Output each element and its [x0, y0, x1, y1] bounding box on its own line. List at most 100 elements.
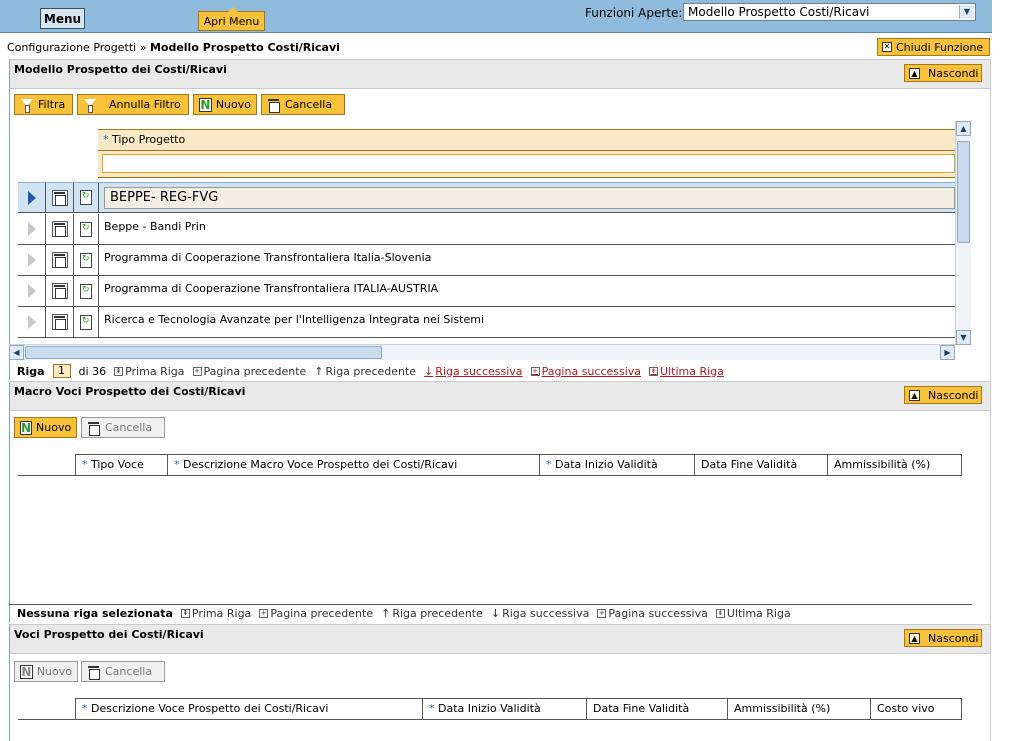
row-detail[interactable] — [74, 183, 99, 212]
column-header[interactable]: Ammissibilità (%) — [727, 699, 870, 719]
breadcrumb-parent[interactable]: Configurazione Progetti — [7, 41, 136, 54]
cell-tipo-progetto[interactable]: Ricerca e Tecnologia Avanzate per l'Inte… — [104, 313, 484, 326]
column-header[interactable]: Data Fine Validità — [694, 455, 827, 475]
row-detail[interactable] — [74, 245, 99, 275]
row-detail[interactable] — [74, 276, 99, 306]
pager-current-row[interactable]: 1 — [52, 364, 71, 378]
column-header[interactable]: * Data Inizio Validità — [539, 455, 694, 475]
up-arrow-icon: ↑ — [314, 364, 324, 378]
column-label: Costo vivo — [877, 702, 935, 715]
pager-pag-prec-label: Pagina precedente — [270, 607, 374, 620]
selected-row-arrow-icon — [27, 190, 36, 205]
pager-riga-prec-label: Riga precedente — [392, 607, 483, 620]
trash-icon — [267, 98, 281, 113]
nuovo-label: Nuovo — [36, 665, 72, 678]
pager-riga-precedente[interactable]: ↑ Riga precedente — [381, 607, 483, 620]
filtra-button[interactable]: Filtra — [14, 94, 73, 115]
row-delete[interactable] — [46, 245, 74, 275]
pager-riga-precedente[interactable]: ↑ Riga precedente — [314, 365, 416, 378]
scroll-up-icon[interactable]: ▲ — [956, 121, 971, 136]
trash-icon — [51, 189, 68, 206]
nascondi-button[interactable]: ▲ Nascondi — [904, 386, 982, 404]
column-header[interactable]: * Descrizione Voce Prospetto dei Costi/R… — [75, 699, 422, 719]
row-delete[interactable] — [46, 183, 74, 212]
column-label: Descrizione Macro Voce Prospetto dei Cos… — [183, 458, 458, 471]
nuovo-button[interactable]: N Nuovo — [193, 94, 257, 115]
column-header[interactable]: * Descrizione Macro Voce Prospetto dei C… — [167, 455, 539, 475]
scroll-down-icon[interactable]: ▼ — [956, 330, 971, 345]
table-row[interactable]: Ricerca e Tecnologia Avanzate per l'Inte… — [18, 307, 955, 338]
column-header-tipo-progetto[interactable]: * Tipo Progetto — [98, 129, 955, 151]
new-icon: N — [20, 420, 33, 435]
pager-ultima-riga[interactable]: ⇟ Ultima Riga — [649, 365, 724, 378]
row-selector[interactable] — [18, 276, 46, 306]
prev-page-icon: + — [259, 609, 269, 618]
chevron-down-icon[interactable]: ▼ — [959, 5, 974, 19]
row-selector[interactable] — [18, 183, 46, 212]
funzioni-aperte-select[interactable]: Modello Prospetto Costi/Ricavi ▼ — [683, 3, 976, 21]
prev-page-icon: + — [192, 366, 202, 376]
table-row[interactable]: Programma di Cooperazione Transfrontalie… — [18, 245, 955, 276]
scroll-left-icon[interactable]: ◀ — [9, 345, 24, 360]
voci-table-header: * Descrizione Voce Prospetto dei Costi/R… — [75, 698, 962, 720]
section-voci-header: Voci Prospetto dei Costi/Ricavi ▲ Nascon… — [9, 624, 991, 654]
pager-pagina-successiva[interactable]: + Pagina successiva — [597, 607, 708, 620]
row-selector[interactable] — [18, 214, 46, 244]
table-row[interactable]: Programma di Cooperazione Transfrontalie… — [18, 276, 955, 307]
annulla-filtro-button[interactable]: Annulla Filtro — [77, 94, 189, 115]
clear-filter-icon — [83, 98, 97, 113]
row-selector[interactable] — [18, 307, 46, 337]
cell-tipo-progetto[interactable]: Programma di Cooperazione Transfrontalie… — [104, 251, 431, 264]
tipo-progetto-edit-input[interactable]: BEPPE- REG-FVG — [104, 187, 955, 209]
row-delete[interactable] — [46, 214, 74, 244]
cancella-button[interactable]: Cancella — [81, 417, 165, 438]
pager-label: Riga — [17, 364, 45, 378]
cancella-button[interactable]: Cancella — [261, 94, 345, 115]
apri-menu-button[interactable]: Apri Menu — [198, 7, 265, 31]
new-icon: N — [20, 664, 33, 679]
column-header[interactable]: Ammissibilità (%) — [827, 455, 962, 475]
pager-riga-successiva[interactable]: ↓ Riga successiva — [424, 365, 522, 378]
column-header[interactable]: * Data Inizio Validità — [422, 699, 586, 719]
cell-tipo-progetto[interactable]: Beppe - Bandi Prin — [104, 220, 206, 233]
row-delete[interactable] — [46, 307, 74, 337]
column-header[interactable]: * Tipo Voce — [75, 455, 167, 475]
row-arrow-icon — [27, 222, 36, 236]
cancella-button[interactable]: Cancella — [81, 661, 165, 682]
nuovo-button[interactable]: N Nuovo — [14, 661, 78, 682]
chiudi-funzione-button[interactable]: ✕ Chiudi Funzione — [877, 38, 990, 56]
row-delete[interactable] — [46, 276, 74, 306]
nuovo-button[interactable]: N Nuovo — [14, 417, 77, 438]
required-marker: * — [82, 458, 88, 471]
horizontal-scrollbar[interactable]: ◀ ▶ — [9, 344, 955, 360]
row-detail[interactable] — [74, 307, 99, 337]
collapse-icon: ▲ — [909, 67, 920, 79]
column-header[interactable]: Data Fine Validità — [586, 699, 727, 719]
scroll-right-icon[interactable]: ▶ — [940, 345, 955, 360]
pager-prima-riga[interactable]: ⇞ Prima Riga — [114, 365, 185, 378]
tipo-progetto-filter-input[interactable] — [102, 154, 955, 173]
table-row[interactable]: BEPPE- REG-FVG — [18, 182, 955, 213]
pager-prima-riga[interactable]: ⇞ Prima Riga — [180, 607, 251, 620]
row-detail[interactable] — [74, 214, 99, 244]
collapse-icon: ▲ — [909, 389, 920, 401]
trash-icon — [87, 421, 101, 436]
scroll-thumb[interactable] — [25, 346, 382, 359]
pager-riga-successiva[interactable]: ↓ Riga successiva — [491, 607, 589, 620]
row-selector[interactable] — [18, 245, 46, 275]
nascondi-button[interactable]: ▲ Nascondi — [904, 64, 982, 82]
top-bar: Menu Apri Menu Funzioni Aperte: Modello … — [0, 0, 992, 33]
nascondi-button[interactable]: ▲ Nascondi — [904, 629, 982, 647]
vertical-scrollbar[interactable]: ▲ ▼ — [955, 121, 971, 345]
cell-tipo-progetto[interactable]: Programma di Cooperazione Transfrontalie… — [104, 282, 438, 295]
table-row[interactable]: Beppe - Bandi Prin — [18, 214, 955, 245]
pager-pagina-successiva[interactable]: + Pagina successiva — [530, 365, 641, 378]
pager-ultima-riga[interactable]: ⇟ Ultima Riga — [715, 607, 791, 620]
pager-pagina-precedente[interactable]: + Pagina precedente — [192, 365, 306, 378]
scroll-thumb[interactable] — [957, 141, 970, 243]
pager-ultima-label: Ultima Riga — [660, 364, 724, 378]
next-page-icon: + — [530, 366, 540, 376]
menu-button[interactable]: Menu — [40, 8, 85, 29]
column-header[interactable]: Costo vivo — [870, 699, 962, 719]
pager-pagina-precedente[interactable]: + Pagina precedente — [259, 607, 373, 620]
